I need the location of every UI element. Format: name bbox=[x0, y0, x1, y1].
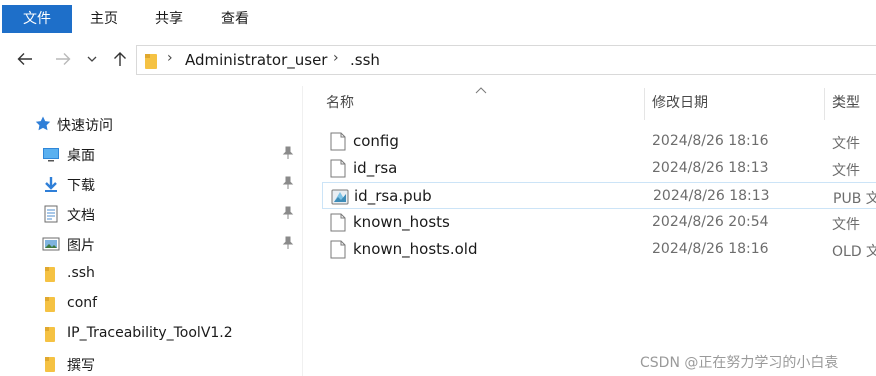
nav-label: 快速访问 bbox=[57, 118, 113, 134]
folder-icon bbox=[42, 265, 60, 283]
nav-label: 文档 bbox=[67, 208, 95, 224]
file-row[interactable]: known_hosts.old 2024/8/26 18:16 OLD 文 bbox=[322, 236, 876, 263]
file-date: 2024/8/26 18:16 bbox=[652, 133, 769, 149]
watermark: CSDN @正在努力学习的小白袁 bbox=[640, 355, 839, 371]
pin-icon[interactable] bbox=[282, 176, 294, 193]
file-type: 文件 bbox=[832, 217, 860, 233]
breadcrumb-ssh[interactable]: .ssh bbox=[350, 51, 380, 69]
nav-quick-access[interactable]: 快速访问 bbox=[0, 110, 302, 138]
nav-label: 撰写 bbox=[67, 358, 95, 374]
pictures-icon bbox=[42, 235, 60, 253]
file-name: known_hosts bbox=[353, 213, 450, 231]
nav-label: IP_Traceability_ToolV1.2 bbox=[67, 325, 233, 341]
file-type: 文件 bbox=[832, 136, 860, 152]
file-row[interactable]: id_rsa 2024/8/26 18:13 文件 bbox=[322, 155, 876, 182]
file-icon bbox=[330, 213, 346, 232]
tab-home[interactable]: 主页 bbox=[76, 6, 132, 32]
file-date: 2024/8/26 18:13 bbox=[652, 160, 769, 176]
file-icon bbox=[330, 240, 346, 259]
file-date: 2024/8/26 18:16 bbox=[652, 241, 769, 257]
nav-item-pictures[interactable]: 图片 bbox=[0, 230, 302, 258]
chevron-right-icon[interactable]: › bbox=[333, 50, 339, 66]
pin-icon[interactable] bbox=[282, 206, 294, 223]
file-name: id_rsa bbox=[353, 159, 398, 177]
pin-icon[interactable] bbox=[282, 236, 294, 253]
file-icon bbox=[330, 132, 346, 151]
file-type: OLD 文 bbox=[832, 244, 876, 260]
tab-file[interactable]: 文件 bbox=[2, 5, 72, 33]
star-icon bbox=[34, 115, 52, 133]
breadcrumb-administrator-user[interactable]: Administrator_user bbox=[185, 51, 327, 69]
nav-label: conf bbox=[67, 295, 98, 311]
nav-label: .ssh bbox=[67, 265, 95, 281]
nav-label: 下载 bbox=[67, 178, 95, 194]
pane-divider[interactable] bbox=[302, 86, 303, 376]
file-date: 2024/8/26 18:13 bbox=[653, 188, 770, 204]
nav-item-ip-traceability-tool[interactable]: IP_Traceability_ToolV1.2 bbox=[0, 320, 302, 348]
column-header-type[interactable]: 类型 bbox=[832, 88, 860, 118]
nav-item-conf[interactable]: conf bbox=[0, 290, 302, 318]
file-name: known_hosts.old bbox=[353, 240, 478, 258]
folder-icon bbox=[42, 355, 60, 373]
folder-icon bbox=[42, 325, 60, 343]
sort-ascending-icon bbox=[475, 84, 487, 97]
nav-label: 桌面 bbox=[67, 148, 95, 164]
download-icon bbox=[42, 175, 60, 193]
pub-file-icon bbox=[331, 187, 349, 206]
nav-item-downloads[interactable]: 下载 bbox=[0, 170, 302, 198]
arrow-right-icon bbox=[56, 53, 71, 65]
folder-icon bbox=[144, 52, 158, 74]
navigation-pane: 快速访问 桌面 下载 文档 图片 .ssh conf IP_Traceabili… bbox=[0, 86, 302, 376]
folder-icon bbox=[42, 295, 60, 313]
nav-item-documents[interactable]: 文档 bbox=[0, 200, 302, 228]
file-row[interactable]: config 2024/8/26 18:16 文件 bbox=[322, 128, 876, 155]
tab-share[interactable]: 共享 bbox=[140, 6, 198, 32]
nav-item-desktop[interactable]: 桌面 bbox=[0, 140, 302, 168]
forward-button[interactable] bbox=[52, 50, 74, 72]
address-bar[interactable]: › Administrator_user › .ssh bbox=[136, 45, 876, 75]
pin-icon[interactable] bbox=[282, 146, 294, 163]
column-divider[interactable] bbox=[824, 88, 825, 120]
file-date: 2024/8/26 20:54 bbox=[652, 214, 769, 230]
back-button[interactable] bbox=[14, 50, 36, 72]
column-header-name[interactable]: 名称 bbox=[326, 88, 354, 118]
file-icon bbox=[330, 159, 346, 178]
nav-label: 图片 bbox=[67, 238, 95, 254]
up-button[interactable] bbox=[109, 50, 131, 72]
desktop-icon bbox=[42, 145, 60, 163]
arrow-up-icon bbox=[114, 52, 126, 66]
chevron-down-icon bbox=[87, 56, 97, 62]
arrow-left-icon bbox=[17, 53, 32, 65]
file-name: id_rsa.pub bbox=[354, 187, 432, 205]
file-type: 文件 bbox=[832, 163, 860, 179]
documents-icon bbox=[42, 205, 60, 223]
file-row[interactable]: known_hosts 2024/8/26 20:54 文件 bbox=[322, 209, 876, 236]
file-name: config bbox=[353, 132, 399, 150]
chevron-right-icon[interactable]: › bbox=[167, 50, 173, 66]
file-type: PUB 文 bbox=[833, 191, 876, 207]
ribbon: 文件 主页 共享 查看 bbox=[0, 0, 876, 36]
tab-view[interactable]: 查看 bbox=[204, 6, 266, 32]
column-header-modified[interactable]: 修改日期 bbox=[652, 88, 708, 118]
navigation-bar: › Administrator_user › .ssh bbox=[0, 36, 876, 86]
nav-item-writing[interactable]: 撰写 bbox=[0, 350, 302, 376]
recent-locations-button[interactable] bbox=[84, 50, 100, 72]
nav-item-ssh[interactable]: .ssh bbox=[0, 260, 302, 288]
file-row[interactable]: id_rsa.pub 2024/8/26 18:13 PUB 文 bbox=[322, 182, 876, 209]
column-divider[interactable] bbox=[644, 88, 645, 120]
